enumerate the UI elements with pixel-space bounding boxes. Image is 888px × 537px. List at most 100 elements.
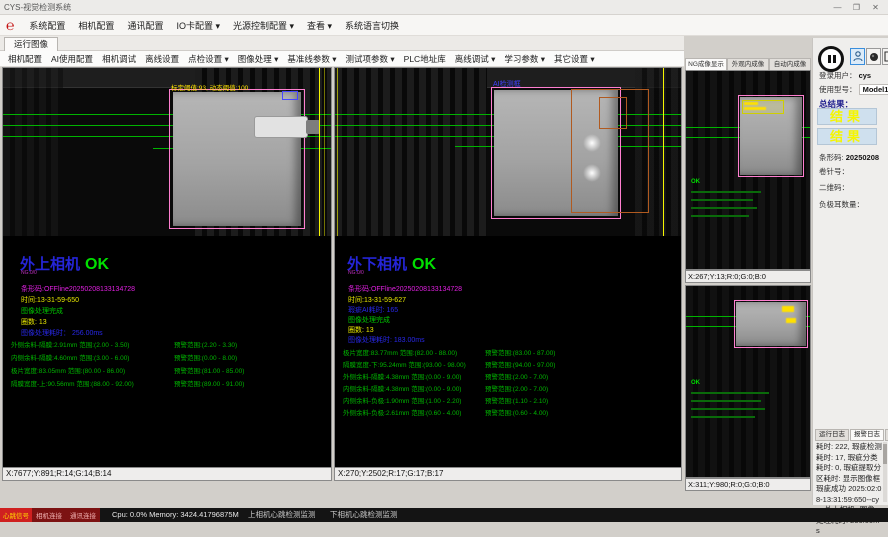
barcode-line: 条形码:OFFline20250208133134728: [348, 284, 462, 294]
mini-ok-badge: OK: [691, 179, 700, 185]
threshold-label: 标定阈值:93, 动态阈值:100: [171, 82, 248, 92]
barcode-row: 条形码: 20250208: [819, 152, 879, 163]
pixel-coords-readout: X:7677;Y:891;R:14;G:14;B:14: [3, 467, 331, 480]
toolbar-learning-params[interactable]: 学习参数 ▾: [504, 53, 545, 65]
toolbar-offline-debug[interactable]: 离线调试 ▾: [455, 53, 496, 65]
toolbar-ai-use-config[interactable]: AI使用配置: [51, 53, 93, 65]
thumbnail-view-top[interactable]: OK: [685, 70, 811, 270]
menu-item-camera-config[interactable]: 相机配置: [78, 19, 114, 32]
pause-icon: [833, 55, 836, 63]
maximize-button[interactable]: ❐: [848, 3, 865, 12]
time-line: 时间:13-31-59-627: [348, 295, 406, 305]
toolbar-other-settings[interactable]: 其它设置 ▾: [554, 53, 595, 65]
mini-yellow-text: [744, 107, 766, 110]
camera-conn-indicator: 相机连接: [32, 508, 66, 522]
upper-cam-heartbeat-status: 上相机心跳检测监测: [248, 508, 316, 522]
measurement-text: 外侧余料-隔膜:2.91mm 范围:(2.00 - 3.50): [11, 342, 129, 349]
model-row: 使用型号： Model1: [819, 84, 888, 95]
logout-button[interactable]: [882, 48, 888, 65]
toolbar-offline-setting[interactable]: 离线设置: [145, 53, 179, 65]
mini-yellow-highlight: [786, 318, 796, 323]
model-value[interactable]: Model1: [859, 84, 888, 95]
warn-range-text: 预警范围:(2.00 - 7.00): [485, 371, 548, 381]
login-user-label: 登录用户：: [819, 71, 857, 80]
camera-panel-lower-outer: AI检测框 外下相机OK NG:0/0 条形码:OFFline202502081…: [334, 67, 682, 481]
menu-item-io-config[interactable]: IO卡配置 ▾: [176, 19, 220, 32]
tab-log-run[interactable]: 运行日志: [815, 429, 849, 441]
turns-line: 圈数: 13: [21, 317, 47, 327]
user-button[interactable]: [850, 48, 865, 65]
title-bar: CYS-视觉检测系统 — ❐ ✕: [0, 0, 888, 15]
camera-image-lower-outer[interactable]: AI检测框: [335, 68, 681, 236]
menu-item-language-switch[interactable]: 系统语言切换: [345, 19, 399, 32]
warn-range-text: 预警范围:(0.00 - 8.00): [174, 352, 237, 362]
close-button[interactable]: ✕: [867, 3, 884, 12]
thumbnail-view-bottom[interactable]: OK: [685, 285, 811, 478]
minimize-button[interactable]: —: [829, 3, 846, 12]
measurement-text: 隔膜宽度-上:90.56mm 范围:(88.00 - 92.00): [11, 381, 134, 388]
result-box-1: 结果: [817, 108, 877, 125]
battery-cell-region: [173, 92, 301, 226]
toolbar-plc-address[interactable]: PLC地址库: [404, 53, 446, 65]
stop-icon: [869, 52, 879, 62]
process-time-line: 图像处理耗时： 256.00ms: [21, 328, 103, 338]
measurement-text: 外侧余料-隔膜:4.38mm 范围:(0.00 - 9.00): [343, 374, 461, 381]
toolbar-image-processing[interactable]: 图像处理 ▾: [238, 53, 279, 65]
tab-row: 运行图像: [0, 36, 684, 51]
measure-yellow-line-dim: [324, 68, 325, 236]
menu-bar: ℮ 系统配置 相机配置 通讯配置 IO卡配置 ▾ 光源控制配置 ▾ 查看 ▾ 系…: [0, 15, 888, 36]
camera-subtext: NG:0/0: [21, 270, 37, 276]
menu-item-light-control[interactable]: 光源控制配置 ▾: [233, 19, 294, 32]
log-tabs: 运行日志 报警日志 通讯日志: [815, 429, 888, 441]
toolbar-camera-config[interactable]: 相机配置: [8, 53, 42, 65]
control-panel: 登录用户： cys 使用型号： Model1 总结果： 结果 结果 条形码: 2…: [812, 38, 888, 505]
camera-subtext: NG:0/0: [348, 270, 364, 276]
camera-panel-upper-outer: 标定阈值:93, 动态阈值:100 外上相机OK NG:0/0 条形码:OFFl…: [2, 67, 332, 481]
user-icon: [853, 51, 863, 62]
measurement-text: 外侧余料-负极:2.61mm 范围:(0.60 - 4.00): [343, 410, 461, 417]
result-ok-badge: OK: [85, 256, 109, 273]
menu-item-view[interactable]: 查看 ▾: [307, 19, 332, 32]
pause-button[interactable]: [818, 46, 844, 72]
toolbar: 相机配置 AI使用配置 相机调试 离线设置 点检设置 ▾ 图像处理 ▾ 基准线参…: [0, 51, 684, 67]
toolbar-baseline-params[interactable]: 基准线参数 ▾: [287, 53, 336, 65]
lower-cam-heartbeat-status: 下相机心跳检测监测: [330, 508, 398, 522]
logout-door-icon: [884, 51, 888, 62]
pixel-coords-readout: X:270;Y:2502;R:17;G:17;B:17: [335, 467, 681, 480]
log-scrollbar[interactable]: [883, 442, 887, 502]
stop-button[interactable]: [866, 48, 881, 65]
pixel-coords-readout: X:267;Y:13;R:0;G:0;B:0: [685, 270, 811, 283]
measurement-text: 隔膜宽度-下:95.24mm 范围:(93.00 - 98.00): [343, 362, 466, 369]
barcode-label: 条形码:: [819, 153, 844, 162]
machine-slats: [335, 68, 487, 236]
reflection-flare: [583, 134, 601, 152]
needle-label: 卷针号：: [819, 166, 849, 177]
toolbar-spot-check[interactable]: 点检设置 ▾: [188, 53, 229, 65]
status-line: 图像处理完成: [348, 315, 390, 325]
menu-item-system-config[interactable]: 系统配置: [29, 19, 65, 32]
login-user-value: cys: [859, 71, 872, 80]
app-logo-icon: ℮: [6, 18, 14, 32]
measurement-text: 极片宽度:83.77mm 范围:(82.00 - 88.00): [343, 350, 457, 357]
tab-log-alarm[interactable]: 报警日志: [850, 429, 884, 441]
measurement-text: 极片宽度:83.05mm 范围:(80.00 - 86.00): [11, 368, 125, 375]
tab-run-image[interactable]: 运行图像: [4, 37, 58, 51]
measurement-text: 内侧余料-负极:1.90mm 范围:(1.00 - 2.20): [343, 398, 461, 405]
mini-yellow-text: [744, 102, 758, 105]
result-box-2: 结果: [817, 128, 877, 145]
machine-slats-left: [3, 68, 63, 236]
process-time-line: 图像处理耗时: 183.00ms: [348, 335, 425, 345]
reflection-flare: [583, 164, 601, 182]
toolbar-test-params[interactable]: 测试项参数 ▾: [346, 53, 395, 65]
ai-detect-mini-box: [282, 91, 298, 100]
menu-item-comm-config[interactable]: 通讯配置: [127, 19, 163, 32]
mini-green-text: [691, 392, 769, 394]
measurement-text: 内侧余料-隔膜:4.60mm 范围:(3.00 - 6.00): [11, 355, 129, 362]
measure-yellow-line: [663, 68, 664, 236]
toolbar-camera-debug[interactable]: 相机调试: [102, 53, 136, 65]
camera-image-upper-outer[interactable]: 标定阈值:93, 动态阈值:100: [3, 68, 331, 236]
cpu-memory-readout: Cpu: 0.0% Memory: 3424.41796875M: [112, 508, 239, 522]
tab-connector-tip: [306, 120, 320, 134]
battery-cell-region: [736, 302, 806, 346]
warn-range-text: 预警范围:(83.00 - 87.00): [485, 347, 555, 357]
